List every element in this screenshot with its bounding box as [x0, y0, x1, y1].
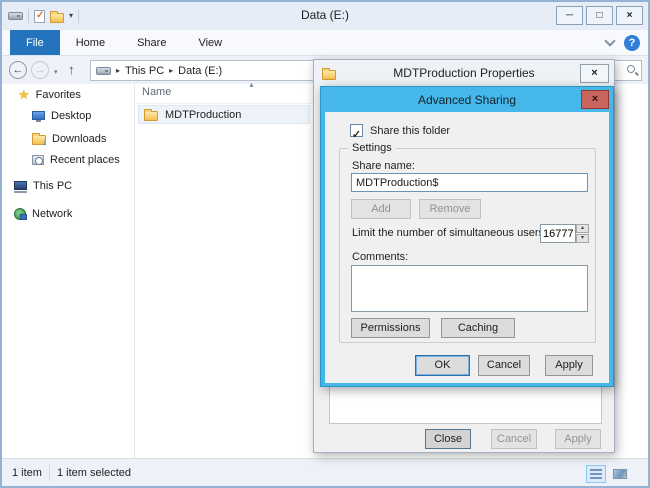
- tab-share[interactable]: Share: [121, 30, 182, 55]
- help-icon[interactable]: ?: [624, 35, 640, 51]
- breadcrumb-this-pc[interactable]: This PC: [125, 65, 164, 77]
- network-globe-icon: [14, 208, 26, 220]
- separator: [49, 465, 50, 481]
- details-view-icon: [590, 469, 602, 479]
- comments-label: Comments:: [352, 251, 408, 263]
- file-row-mdtproduction[interactable]: MDTProduction: [138, 105, 310, 124]
- breadcrumb-separator: ▸: [116, 66, 120, 75]
- minimize-ribbon-icon[interactable]: [604, 35, 615, 46]
- sidebar-item-favorites[interactable]: ★ Favorites: [18, 88, 81, 101]
- checkmark-icon: ✓: [352, 129, 361, 141]
- properties-title-bar: MDTProduction Properties ×: [314, 60, 614, 87]
- drive-icon: [96, 67, 111, 75]
- sidebar-item-desktop[interactable]: Desktop: [32, 110, 91, 122]
- status-bar: 1 item 1 item selected: [2, 458, 648, 488]
- sidebar-label: Favorites: [36, 89, 81, 101]
- sidebar-label: Network: [32, 208, 72, 220]
- thumbnails-view-button[interactable]: [610, 465, 630, 483]
- settings-group-label: Settings: [348, 142, 396, 154]
- permissions-button[interactable]: Permissions: [351, 318, 430, 338]
- recent-locations-dropdown-icon[interactable]: ▾: [54, 68, 58, 76]
- tab-file[interactable]: File: [10, 30, 60, 55]
- spinner-up-icon[interactable]: ▴: [576, 224, 589, 233]
- selection-count: 1 item selected: [57, 467, 131, 479]
- title-bar: ▾ Data (E:) ─ □ ×: [2, 2, 648, 30]
- sidebar-label: This PC: [33, 180, 72, 192]
- sidebar-item-this-pc[interactable]: This PC: [14, 180, 72, 192]
- user-limit-input[interactable]: [540, 224, 576, 243]
- properties-dialog-title: MDTProduction Properties: [314, 66, 614, 80]
- sidebar-label: Recent places: [50, 154, 120, 166]
- sidebar-item-network[interactable]: Network: [14, 208, 72, 220]
- user-limit-label: Limit the number of simultaneous users t…: [352, 227, 559, 239]
- spinner-down-icon[interactable]: ▾: [576, 234, 589, 243]
- caption-buttons: ─ □ ×: [556, 6, 643, 25]
- up-button[interactable]: ↑: [68, 62, 75, 77]
- share-this-folder-checkbox[interactable]: ✓: [350, 124, 363, 137]
- maximize-button[interactable]: □: [586, 6, 613, 25]
- ribbon-tabs: File Home Share View: [10, 30, 238, 55]
- sidebar-item-recent-places[interactable]: Recent places: [32, 154, 120, 166]
- folder-download-icon: [32, 135, 46, 145]
- sharing-description-box: [329, 386, 602, 424]
- spinner-buttons: ▴ ▾: [576, 224, 589, 243]
- forward-button[interactable]: →: [31, 61, 49, 79]
- share-name-input[interactable]: [351, 173, 588, 192]
- share-name-label: Share name:: [352, 160, 415, 172]
- apply-button[interactable]: Apply: [545, 355, 593, 376]
- ribbon-right-controls: ?: [606, 35, 640, 51]
- advanced-sharing-title: Advanced Sharing: [321, 93, 613, 107]
- back-button[interactable]: ←: [9, 61, 27, 79]
- navigation-pane: ★ Favorites Desktop Downloads Recent pla…: [2, 84, 135, 458]
- share-this-folder-label[interactable]: Share this folder: [370, 125, 450, 137]
- close-icon[interactable]: ×: [580, 64, 609, 83]
- cancel-button[interactable]: Cancel: [478, 355, 530, 376]
- minimize-button[interactable]: ─: [556, 6, 583, 25]
- window-title: Data (E:): [2, 8, 648, 22]
- tab-home[interactable]: Home: [60, 30, 121, 55]
- recent-places-icon: [32, 155, 44, 165]
- caching-button[interactable]: Caching: [441, 318, 515, 338]
- close-icon[interactable]: ×: [581, 90, 609, 109]
- advanced-sharing-dialog: Advanced Sharing × ✓ Share this folder S…: [320, 86, 614, 387]
- computer-icon: [14, 181, 27, 190]
- properties-apply-button: Apply: [555, 429, 601, 449]
- thumbnails-view-icon: [613, 469, 627, 479]
- search-icon[interactable]: [627, 65, 635, 73]
- close-button[interactable]: ×: [616, 6, 643, 25]
- column-header-name[interactable]: Name: [142, 86, 171, 98]
- monitor-icon: [32, 111, 45, 120]
- details-view-button[interactable]: [586, 465, 606, 483]
- ok-button[interactable]: OK: [415, 355, 470, 376]
- star-icon: ★: [18, 88, 30, 101]
- sidebar-label: Desktop: [51, 110, 91, 122]
- breadcrumb-separator: ▸: [169, 66, 173, 75]
- sidebar-label: Downloads: [52, 133, 106, 145]
- folder-icon: [144, 111, 158, 121]
- advanced-sharing-body: ✓ Share this folder Settings Share name:…: [325, 112, 609, 383]
- file-name: MDTProduction: [165, 109, 241, 121]
- comments-textarea[interactable]: [351, 265, 588, 312]
- items-count: 1 item: [12, 467, 42, 479]
- properties-cancel-button: Cancel: [491, 429, 537, 449]
- add-button: Add: [351, 199, 411, 219]
- remove-button: Remove: [419, 199, 481, 219]
- user-limit-spinner: ▴ ▾: [540, 224, 589, 243]
- tab-view[interactable]: View: [182, 30, 238, 55]
- breadcrumb-data-e[interactable]: Data (E:): [178, 65, 222, 77]
- sort-ascending-icon[interactable]: ▲: [248, 82, 255, 89]
- sidebar-item-downloads[interactable]: Downloads: [32, 132, 106, 145]
- explorer-window: ▾ Data (E:) ─ □ × File Home Share View ?…: [0, 0, 650, 488]
- ribbon-tab-row: File Home Share View ?: [2, 30, 648, 56]
- properties-close-button[interactable]: Close: [425, 429, 471, 449]
